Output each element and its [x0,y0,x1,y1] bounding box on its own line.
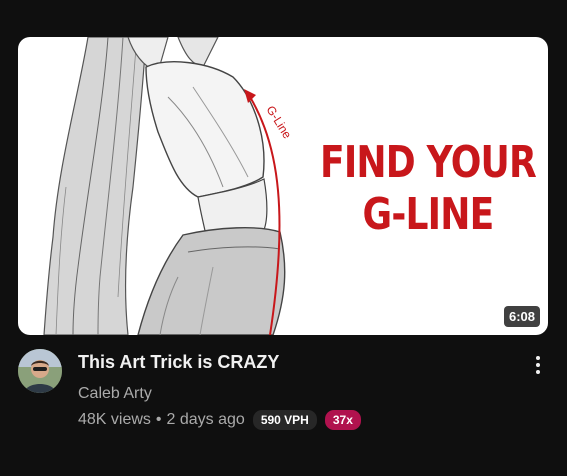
video-card: G-Line FIND YOUR G-LINE 6:08 This Art Tr… [0,0,567,476]
channel-avatar[interactable] [18,349,62,393]
thumbnail-headline: FIND YOUR G-LINE [313,137,543,241]
video-title[interactable]: This Art Trick is CRAZY [78,352,498,373]
more-vert-icon[interactable] [528,352,548,378]
kebab-dot [536,356,540,360]
video-thumbnail[interactable]: G-Line FIND YOUR G-LINE 6:08 [18,37,548,335]
thumbnail-headline-line1: FIND YOUR [320,137,537,188]
upload-age: 2 days ago [166,411,245,428]
kebab-dot [536,363,540,367]
avatar-image [18,349,62,393]
kebab-dot [536,370,540,374]
thumbnail-headline-line2: G-LINE [362,189,495,240]
channel-name[interactable]: Caleb Arty [78,385,152,403]
video-metadata: 48K views • 2 days ago 590 VPH 37x [78,409,361,431]
outlier-multiplier-badge: 37x [324,410,361,430]
meta-separator: • [155,411,162,428]
duration-badge: 6:08 [503,306,540,327]
vph-badge: 590 VPH [252,410,317,430]
view-count: 48K views [78,411,151,428]
